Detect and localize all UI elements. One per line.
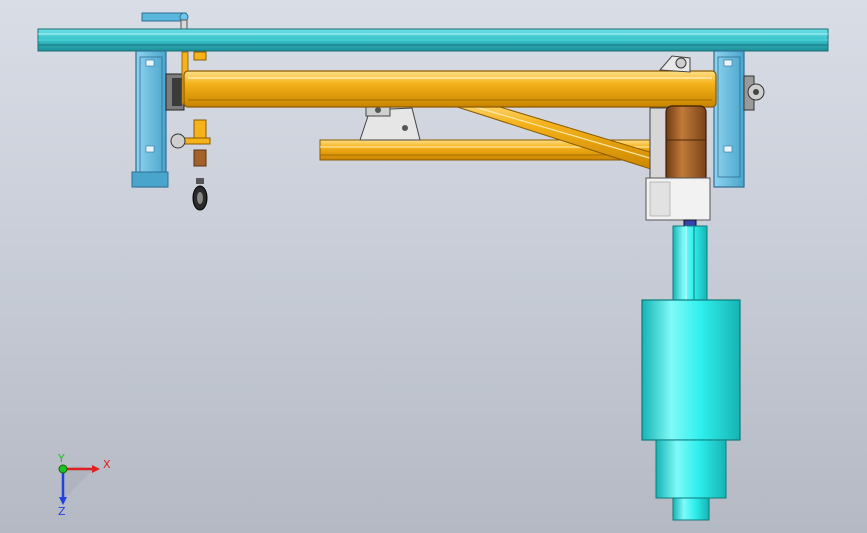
motor-housing[interactable] [645,177,711,227]
vertical-mast[interactable] [672,225,708,301]
right-end-bracket[interactable] [713,50,745,188]
x-axis-label: X [103,458,111,471]
y-axis-dot [58,464,68,474]
cad-viewport[interactable]: X Y Z [0,0,867,533]
top-linear-rail[interactable] [37,28,829,52]
y-axis-label: Y [57,452,65,465]
beam-clamp[interactable] [359,103,421,141]
triad-shade [63,465,93,500]
diagonal-strut[interactable] [446,97,678,173]
cylinder-tip[interactable] [672,497,710,521]
main-cylinder[interactable] [641,299,741,441]
drive-pulley[interactable] [649,105,707,183]
x-arrowhead-icon [92,465,100,473]
cad-drawing[interactable]: X Y Z [0,0,867,533]
swivel-clip[interactable] [658,55,691,73]
caster-wheel[interactable] [192,178,208,211]
main-beam[interactable] [183,70,717,108]
lower-cylinder[interactable] [655,439,727,499]
coordinate-triad: X Y Z [57,452,111,518]
top-lever[interactable] [141,12,189,30]
z-axis-label: Z [58,505,66,518]
left-end-bracket[interactable] [131,50,169,188]
right-bearing[interactable] [743,75,765,111]
z-arrowhead-icon [59,497,67,505]
left-hub-assembly[interactable] [165,51,211,167]
